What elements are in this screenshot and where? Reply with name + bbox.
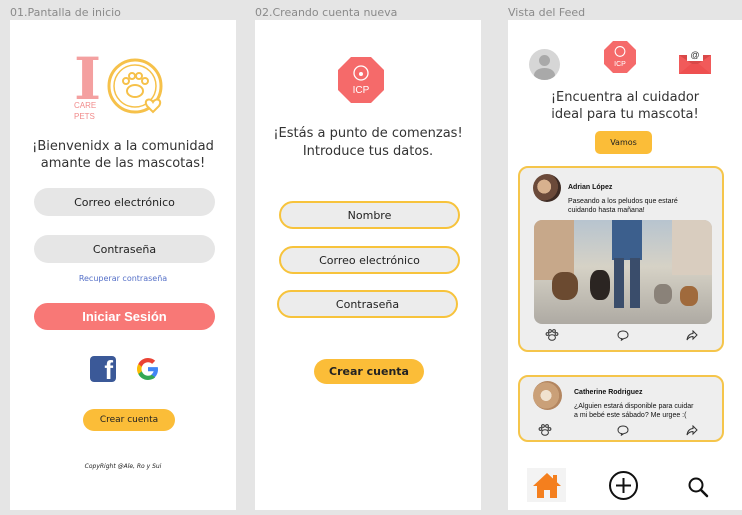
email-field[interactable]: Correo electrónico (34, 188, 215, 216)
feed-headline-line-1: ¡Encuentra al cuidador (550, 90, 700, 105)
share-icon[interactable] (686, 425, 698, 436)
paw-icon[interactable] (545, 328, 559, 342)
name-field[interactable]: Nombre (279, 201, 460, 229)
frame-label-feed: Vista del Feed (508, 6, 586, 19)
google-icon[interactable] (134, 355, 162, 383)
icp-badge: ICP (604, 40, 636, 74)
email-field[interactable]: Correo electrónico (279, 246, 460, 274)
paw-heart-icon (107, 58, 163, 114)
profile-avatar-icon[interactable] (529, 49, 560, 80)
add-post-icon[interactable] (608, 470, 639, 501)
frame-label-signup: 02.Creando cuenta nueva (255, 6, 398, 19)
facebook-icon[interactable]: f (90, 356, 116, 382)
create-account-button[interactable]: Crear cuenta (314, 359, 424, 384)
icp-badge-text: ICP (614, 61, 626, 68)
post-text-line-2: cuidando hasta mañana! (568, 207, 645, 214)
login-button[interactable]: Iniciar Sesión (34, 303, 215, 330)
post-author: Adrian López (568, 184, 613, 191)
svg-text:@: @ (690, 50, 699, 60)
welcome-line-1: ¡Bienvenidx a la comunidad (32, 139, 214, 154)
avatar (533, 174, 561, 202)
password-field[interactable]: Contraseña (277, 290, 458, 318)
icp-badge: ICP (338, 57, 384, 103)
badge-octagon-shape (338, 57, 384, 103)
post-photo (534, 220, 712, 324)
password-field[interactable]: Contraseña (34, 235, 215, 263)
badge-octagon-shape (604, 41, 636, 73)
post-card: Catherine Rodriguez ¿Alguien estará disp… (518, 375, 724, 442)
copyright-text: CopyRight @Ale, Ro y Sui (84, 463, 162, 470)
signup-intro-line-2: Introduce tus datos. (302, 144, 434, 159)
share-icon[interactable] (686, 330, 698, 341)
welcome-line-2: amante de las mascotas! (40, 156, 206, 171)
post-text-line-2: a mi bebé este sábado? Me urgee :( (574, 412, 687, 419)
home-icon[interactable] (527, 468, 566, 502)
search-icon[interactable] (687, 476, 709, 498)
login-screen: I CARE PETS ¡Bienvenidx a la comunidad a… (10, 20, 236, 510)
logo-care-text: CARE (74, 101, 97, 110)
comment-icon[interactable] (617, 425, 629, 436)
app-logo: I CARE PETS (72, 45, 172, 123)
feed-screen: ICP @ ¡Encuentra al cuidador ideal para … (508, 20, 742, 510)
post-author: Catherine Rodriguez (574, 389, 643, 396)
post-text-line-1: ¿Alguien estará disponible para cuidar (574, 403, 694, 410)
logo-pets-text: PETS (74, 112, 95, 121)
create-account-button[interactable]: Crear cuenta (83, 409, 175, 431)
feed-headline-line-2: ideal para tu mascota! (551, 107, 699, 122)
comment-icon[interactable] (617, 330, 629, 341)
post-text-line-1: Paseando a los peludos que estaré (568, 198, 678, 205)
frame-label-login: 01.Pantalla de inicio (10, 6, 121, 19)
recover-password-link[interactable]: Recuperar contraseña (10, 274, 236, 283)
signup-screen: ICP ¡Estás a punto de comenzas! Introduc… (255, 20, 481, 510)
icp-badge-text: ICP (352, 85, 370, 96)
paw-icon[interactable] (538, 423, 552, 437)
signup-intro-line-1: ¡Estás a punto de comenzas! (273, 126, 463, 141)
mail-icon[interactable]: @ (678, 47, 712, 75)
avatar (533, 381, 562, 410)
post-card: Adrian López Paseando a los peludos que … (518, 166, 724, 352)
vamos-button[interactable]: Vamos (595, 131, 652, 154)
